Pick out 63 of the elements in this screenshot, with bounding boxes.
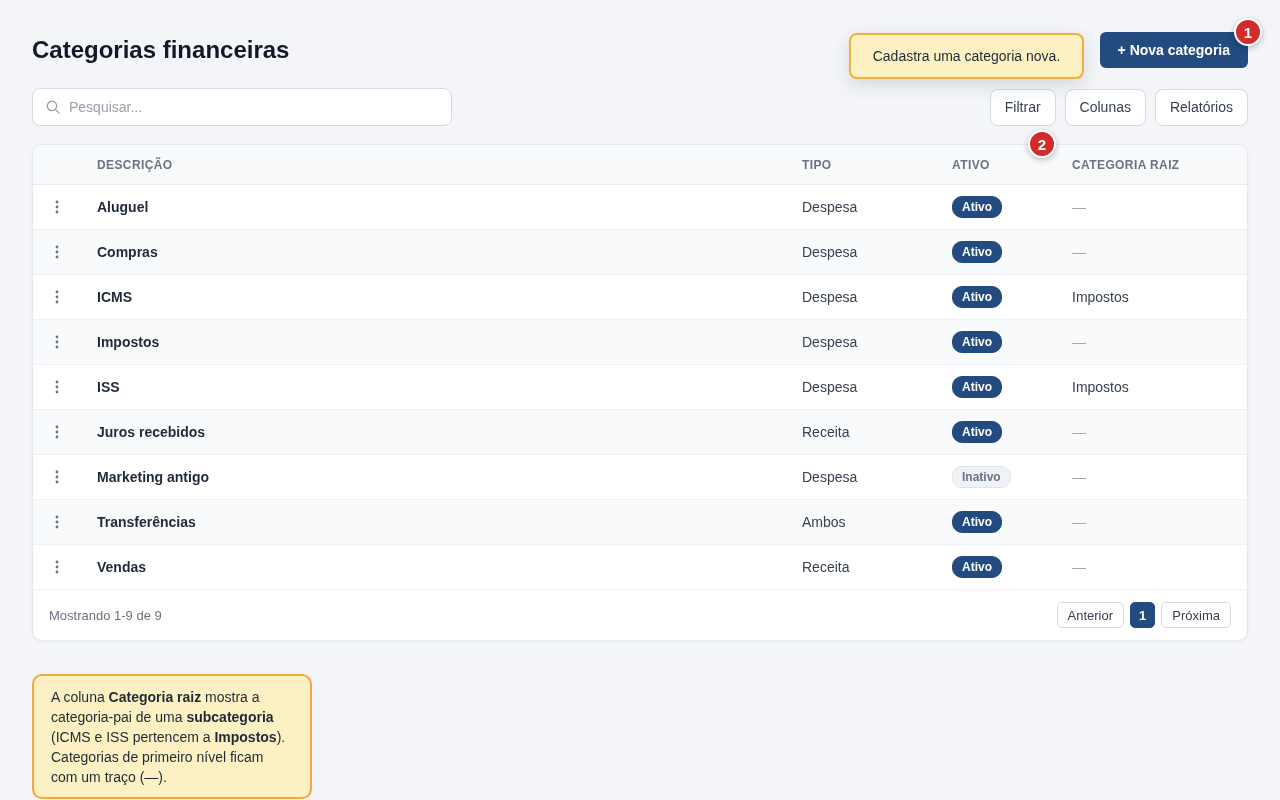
info-note: A coluna Categoria raiz mostra a categoria-pai de uma subcategoria (ICMS e ISS pertencem a Impostos). Categorias de primeiro nível ficam com um traço (—). — [32, 674, 312, 799]
vertical-ellipsis-icon[interactable] — [55, 200, 59, 214]
table-cell-text: Impostos — [1072, 289, 1130, 305]
previous-page-button[interactable]: Anterior — [1056, 602, 1125, 628]
search-icon — [46, 100, 60, 114]
search-field[interactable]: Pesquisar... — [32, 88, 452, 126]
table-cell-text: Despesa — [802, 334, 859, 350]
table-cell-text: Impostos — [97, 334, 161, 350]
status-badge: Ativo — [952, 376, 1002, 398]
table-cell-text: ISS — [97, 379, 121, 395]
table-cell-text: Despesa — [802, 289, 859, 305]
vertical-ellipsis-icon[interactable] — [55, 425, 59, 439]
table-cell-text: — — [1072, 244, 1087, 260]
table-cell-text: Despesa — [802, 469, 859, 485]
table-cell-text: Aluguel — [97, 199, 150, 215]
table-cell-text: — — [1072, 334, 1087, 350]
page-title: Categorias financeiras — [32, 36, 290, 64]
column-header: ATIVO — [952, 157, 991, 172]
toolbar-button[interactable]: Relatórios — [1154, 88, 1248, 126]
step-marker: 1 — [1234, 18, 1262, 46]
table-cell-text: ICMS — [97, 289, 133, 305]
toolbar-button[interactable]: Colunas — [1064, 88, 1146, 126]
status-badge: Inativo — [952, 466, 1011, 488]
table-cell-text: — — [1072, 469, 1087, 485]
column-header: TIPO — [802, 157, 833, 172]
results-summary: Mostrando 1-9 de 9 — [49, 607, 162, 623]
table-cell-text: Receita — [802, 559, 851, 575]
next-page-button[interactable]: Próxima — [1161, 602, 1231, 628]
table-cell-text: Despesa — [802, 379, 859, 395]
vertical-ellipsis-icon[interactable] — [55, 560, 59, 574]
table-cell-text: Ambos — [802, 514, 847, 530]
vertical-ellipsis-icon[interactable] — [55, 290, 59, 304]
step-marker: 2 — [1028, 130, 1056, 158]
table-cell-text: Marketing antigo — [97, 469, 210, 485]
tooltip: Cadastra uma categoria nova. — [849, 33, 1084, 79]
page-button[interactable]: 1 — [1130, 602, 1156, 628]
table-cell-text: — — [1072, 514, 1087, 530]
vertical-ellipsis-icon[interactable] — [55, 515, 59, 529]
vertical-ellipsis-icon[interactable] — [55, 245, 59, 259]
table-cell-text: Transferências — [97, 514, 197, 530]
status-badge: Ativo — [952, 241, 1002, 263]
table-cell-text: Receita — [802, 424, 851, 440]
status-badge: Ativo — [952, 556, 1002, 578]
table-cell-text: Vendas — [97, 559, 148, 575]
status-badge: Ativo — [952, 511, 1002, 533]
status-badge: Ativo — [952, 196, 1002, 218]
table-cell-text: Despesa — [802, 244, 859, 260]
vertical-ellipsis-icon[interactable] — [55, 335, 59, 349]
status-badge: Ativo — [952, 331, 1002, 353]
status-badge: Ativo — [952, 286, 1002, 308]
toolbar-button[interactable]: Filtrar — [989, 88, 1056, 126]
table-cell-text: Compras — [97, 244, 159, 260]
column-header: CATEGORIA RAIZ — [1072, 157, 1181, 172]
vertical-ellipsis-icon[interactable] — [55, 380, 59, 394]
table-cell-text: — — [1072, 199, 1087, 215]
vertical-ellipsis-icon[interactable] — [55, 470, 59, 484]
table-cell-text: Impostos — [1072, 379, 1130, 395]
table-cell-text: Juros recebidos — [97, 424, 207, 440]
table-cell-text: Despesa — [802, 199, 859, 215]
table-cell-text: — — [1072, 559, 1087, 575]
table-cell-text: — — [1072, 424, 1087, 440]
column-header: DESCRIÇÃO — [97, 157, 174, 172]
status-badge: Ativo — [952, 421, 1002, 443]
